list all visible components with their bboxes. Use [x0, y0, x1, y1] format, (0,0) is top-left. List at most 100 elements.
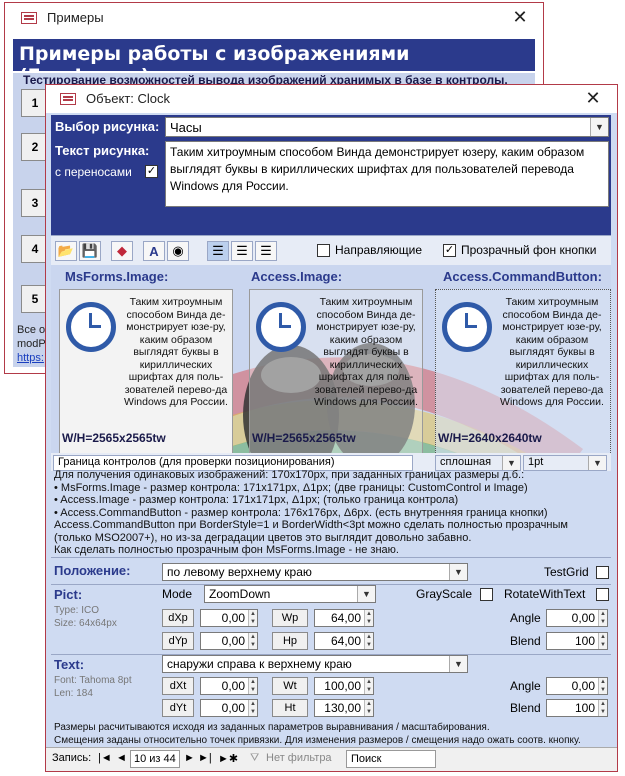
spin-icon[interactable]: ▲ ▼ — [248, 610, 257, 626]
last-record-button[interactable]: ►| — [198, 752, 212, 764]
first-record-button[interactable]: |◄ — [98, 752, 112, 764]
dxt-button[interactable]: dXt — [162, 677, 194, 695]
text-position-combo[interactable]: снаружи справа к верхнему краю ▼ — [162, 655, 468, 673]
wt-value: 100,00 — [324, 679, 361, 693]
spin-icon[interactable]: ▲ ▼ — [598, 678, 607, 694]
dyp-field[interactable]: 0,00 ▲ ▼ — [200, 632, 258, 650]
wrap-checkbox[interactable]: ✓ — [145, 165, 158, 178]
front-titlebar: Объект: Clock ✕ — [46, 85, 617, 113]
info-line: Для получения одинаковых изображений: 17… — [54, 469, 525, 481]
dyp-value: 0,00 — [221, 634, 245, 648]
dxt-field[interactable]: 0,00 ▲ ▼ — [200, 677, 258, 695]
spin-icon[interactable]: ▲ ▼ — [364, 633, 373, 649]
hp-field[interactable]: 64,00 ▲ ▼ — [314, 632, 374, 650]
filter-status[interactable]: Нет фильтра — [266, 752, 332, 764]
dyt-value: 0,00 — [221, 701, 245, 715]
rotate-checkbox[interactable] — [596, 588, 609, 601]
position-combo[interactable]: по левому верхнему краю ▼ — [162, 563, 468, 581]
info-line: • Access.Image - размер контрола: 171x17… — [54, 494, 459, 506]
dyt-field[interactable]: 0,00 ▲ ▼ — [200, 699, 258, 717]
picture-text-field[interactable]: Таким хитроумным способом Винда демонстр… — [165, 141, 609, 207]
record-position-field[interactable]: 10 из 44 — [130, 750, 180, 768]
border-width-value: 1pt — [528, 456, 544, 468]
spin-icon[interactable]: ▲ ▼ — [248, 678, 257, 694]
text-blend-field[interactable]: 100 ▲ ▼ — [546, 699, 608, 717]
testgrid-checkbox[interactable] — [596, 566, 609, 579]
dyp-button[interactable]: dYp — [162, 632, 194, 650]
close-icon[interactable]: ✕ — [505, 7, 535, 28]
chevron-down-icon[interactable]: ▼ — [449, 656, 467, 672]
pane-text-commandbutton: Таким хитроумным способом Винда де-монст… — [500, 296, 604, 408]
next-record-button[interactable]: ► — [184, 752, 195, 764]
chevron-down-icon[interactable]: ▼ — [590, 118, 608, 136]
hp-button[interactable]: Hp — [272, 632, 308, 650]
ht-value: 130,00 — [324, 701, 361, 715]
dxp-value: 0,00 — [221, 611, 245, 625]
guides-checkbox[interactable] — [317, 244, 330, 257]
back-titlebar: Примеры ✕ — [5, 3, 543, 33]
pict-blend-field[interactable]: 100 ▲ ▼ — [546, 632, 608, 650]
spin-icon[interactable]: ▲ ▼ — [598, 633, 607, 649]
text-angle-label: Angle — [510, 679, 541, 693]
save-icon[interactable]: 💾 — [79, 241, 101, 261]
spin-icon[interactable]: ▲ ▼ — [364, 700, 373, 716]
dxp-field[interactable]: 0,00 ▲ ▼ — [200, 609, 258, 627]
color-icon[interactable]: ◉ — [167, 241, 189, 261]
prev-record-button[interactable]: ◄ — [116, 752, 127, 764]
ht-field[interactable]: 130,00 ▲ ▼ — [314, 699, 374, 717]
grayscale-checkbox[interactable] — [480, 588, 493, 601]
picture-select[interactable]: Часы ▼ — [165, 117, 609, 137]
text-angle-field[interactable]: 0,00 ▲ ▼ — [546, 677, 608, 695]
dxp-button[interactable]: dXp — [162, 609, 194, 627]
wh-msforms: W/H=2565x2565tw — [62, 431, 166, 445]
wh-access-image: W/H=2565x2565tw — [252, 431, 356, 445]
chevron-down-icon[interactable]: ▼ — [449, 564, 467, 580]
pict-angle-field[interactable]: 0,00 ▲ ▼ — [546, 609, 608, 627]
search-field[interactable]: Поиск — [346, 750, 436, 768]
pane-text-access-image: Таким хитроумным способом Винда де-монст… — [314, 296, 418, 408]
filter-icon[interactable]: ⛛ — [250, 752, 259, 765]
eraser-icon[interactable]: ◆ — [111, 241, 133, 261]
wt-button[interactable]: Wt — [272, 677, 308, 695]
msforms-image-pane[interactable]: Таким хитроумным способом Винда де-монст… — [59, 289, 233, 453]
spin-icon[interactable]: ▲ ▼ — [364, 610, 373, 626]
wrap-label: с переносами — [55, 165, 132, 179]
ht-button[interactable]: Ht — [272, 699, 308, 717]
spin-icon[interactable]: ▲ ▼ — [598, 610, 607, 626]
spin-icon[interactable]: ▲ ▼ — [364, 678, 373, 694]
font-icon[interactable]: A — [143, 241, 165, 261]
align-right-icon[interactable]: ☰ — [255, 241, 277, 261]
chevron-down-icon[interactable]: ▼ — [357, 586, 375, 602]
dyt-button[interactable]: dYt — [162, 699, 194, 717]
align-center-icon[interactable]: ☰ — [231, 241, 253, 261]
commandbutton-pane[interactable]: Таким хитроумным способом Винда де-монст… — [435, 289, 611, 453]
close-icon[interactable]: ✕ — [578, 88, 608, 109]
transparent-checkbox[interactable]: ✓ — [443, 244, 456, 257]
wp-button[interactable]: Wp — [272, 609, 308, 627]
info-line: Access.CommandButton при BorderStyle=1 и… — [54, 519, 568, 531]
chevron-down-icon[interactable]: ▼ — [588, 456, 606, 470]
text-font-note: Font: Tahoma 8pt — [54, 675, 132, 686]
spin-icon[interactable]: ▲ ▼ — [248, 633, 257, 649]
new-record-button[interactable]: ►✱ — [218, 752, 238, 765]
hp-value: 64,00 — [330, 634, 361, 648]
pane-title-commandbutton: Access.CommandButton: — [443, 269, 602, 284]
rotate-label: RotateWithText — [504, 587, 586, 601]
text-section-label: Text: — [54, 657, 85, 672]
position-label: Положение: — [54, 563, 131, 578]
wp-field[interactable]: 64,00 ▲ ▼ — [314, 609, 374, 627]
mode-combo[interactable]: ZoomDown ▼ — [204, 585, 376, 603]
spin-icon[interactable]: ▲ ▼ — [248, 700, 257, 716]
access-image-pane[interactable]: Таким хитроумным способом Винда де-монст… — [249, 289, 423, 453]
text-position-value: снаружи справа к верхнему краю — [167, 657, 352, 671]
align-left-icon[interactable]: ☰ — [207, 241, 229, 261]
image-preview-area: MsForms.Image: Таким хитроумным способом… — [51, 265, 611, 453]
open-icon[interactable]: 📂 — [55, 241, 77, 261]
wt-field[interactable]: 100,00 ▲ ▼ — [314, 677, 374, 695]
form-icon — [21, 12, 37, 24]
info-text: Для получения одинаковых изображений: 17… — [54, 469, 614, 557]
info-line: (только MSO2007+), но из-за деградации ц… — [54, 531, 472, 544]
spin-icon[interactable]: ▲ ▼ — [598, 700, 607, 716]
chevron-down-icon[interactable]: ▼ — [502, 456, 520, 470]
testgrid-label: TestGrid — [544, 565, 589, 579]
